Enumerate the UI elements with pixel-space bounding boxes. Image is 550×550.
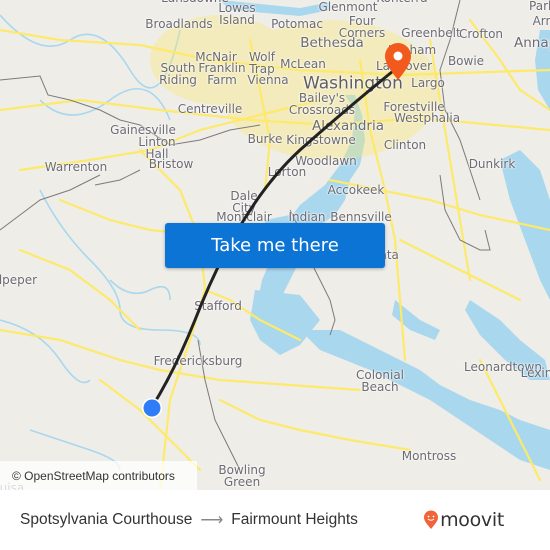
- arrow-right-icon: ⟶: [200, 512, 224, 529]
- take-me-there-button[interactable]: Take me there: [165, 223, 385, 268]
- route-summary: Spotsylvania Courthouse ⟶ Fairmount Heig…: [20, 490, 358, 550]
- footer: Spotsylvania Courthouse ⟶ Fairmount Heig…: [0, 490, 550, 550]
- destination-label: Fairmount Heights: [231, 511, 358, 528]
- origin-marker[interactable]: [142, 398, 162, 418]
- moovit-logo[interactable]: moovit: [423, 490, 504, 550]
- origin-label: Spotsylvania Courthouse: [20, 511, 193, 528]
- brand-name: moovit: [440, 509, 504, 531]
- moovit-pin-icon: [424, 510, 439, 529]
- map[interactable]: LansdowneLowes IslandBroadlandsPotomacGl…: [0, 0, 550, 490]
- map-attribution[interactable]: © OpenStreetMap contributors: [0, 461, 197, 490]
